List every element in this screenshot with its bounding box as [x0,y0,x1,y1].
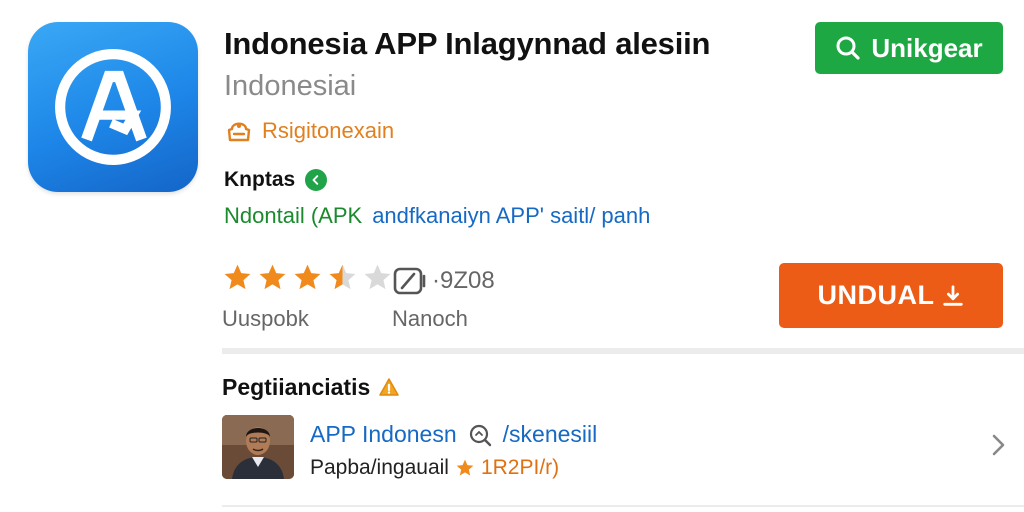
app-title: Indonesia APP Inlagynnad alesiin [224,26,711,61]
storage-icon [393,267,426,295]
search-button[interactable]: Unikgear [815,22,1003,74]
rating-stars [222,262,393,293]
search-icon [836,36,860,60]
install-button[interactable]: UNDUAL [779,263,1003,328]
developer-icon [227,122,251,142]
review-author: Papba/ingauail [310,456,449,479]
review-meta: Papba/ingauail 1R2PI/r) [310,456,559,480]
bottom-divider [222,505,1024,507]
review-title-text: APP Indonesn [310,421,457,447]
size-value: ·9Z08 [432,267,495,294]
star-icon [456,459,474,476]
verified-icon [305,169,328,191]
app-subtitle: Indonesiai [224,70,357,102]
developer-row[interactable]: Rsigitonexain [224,116,394,146]
review-card[interactable]: APP Indonesn /skenesiil Papba/ingauail 1… [222,415,1012,483]
rating-star-icon [329,264,356,290]
category-label: Knptas [224,168,296,191]
review-title: APP Indonesn /skenesiil [310,421,597,448]
rating-star-icon [294,264,321,290]
install-button-label: UNDUAL [817,280,935,310]
review-rating: 1R2PI/r) [480,456,560,479]
download-info: Ndontail (APK andfkanaiyn APP' saitl/ pan… [224,203,650,229]
chevron-right-icon[interactable] [984,431,1012,459]
rating-label: Uuspobk [222,306,309,331]
download-icon [942,284,963,306]
warning-icon [379,377,400,396]
size-row: ·9Z08 [392,264,495,298]
rating-star-icon [364,264,391,290]
search-button-label: Unikgear [871,32,983,63]
rating-star-icon [259,264,286,290]
app-store-icon [28,22,198,192]
section-divider [222,348,1024,354]
download-info-text: Ndontail (APK [224,203,363,228]
developer-name: Rsigitonexain [262,118,395,143]
size-label: Nanoch [392,306,468,331]
section-title: Pegtiianciatis [222,374,400,401]
review-tag: /skenesiil [502,421,598,447]
category-row: Knptas [224,168,328,192]
section-title-text: Pegtiianciatis [222,374,371,400]
avatar [222,415,294,479]
search-icon [469,424,491,446]
rating-star-icon [224,264,251,290]
download-link[interactable]: andfkanaiyn APP' saitl/ panh [372,203,650,228]
